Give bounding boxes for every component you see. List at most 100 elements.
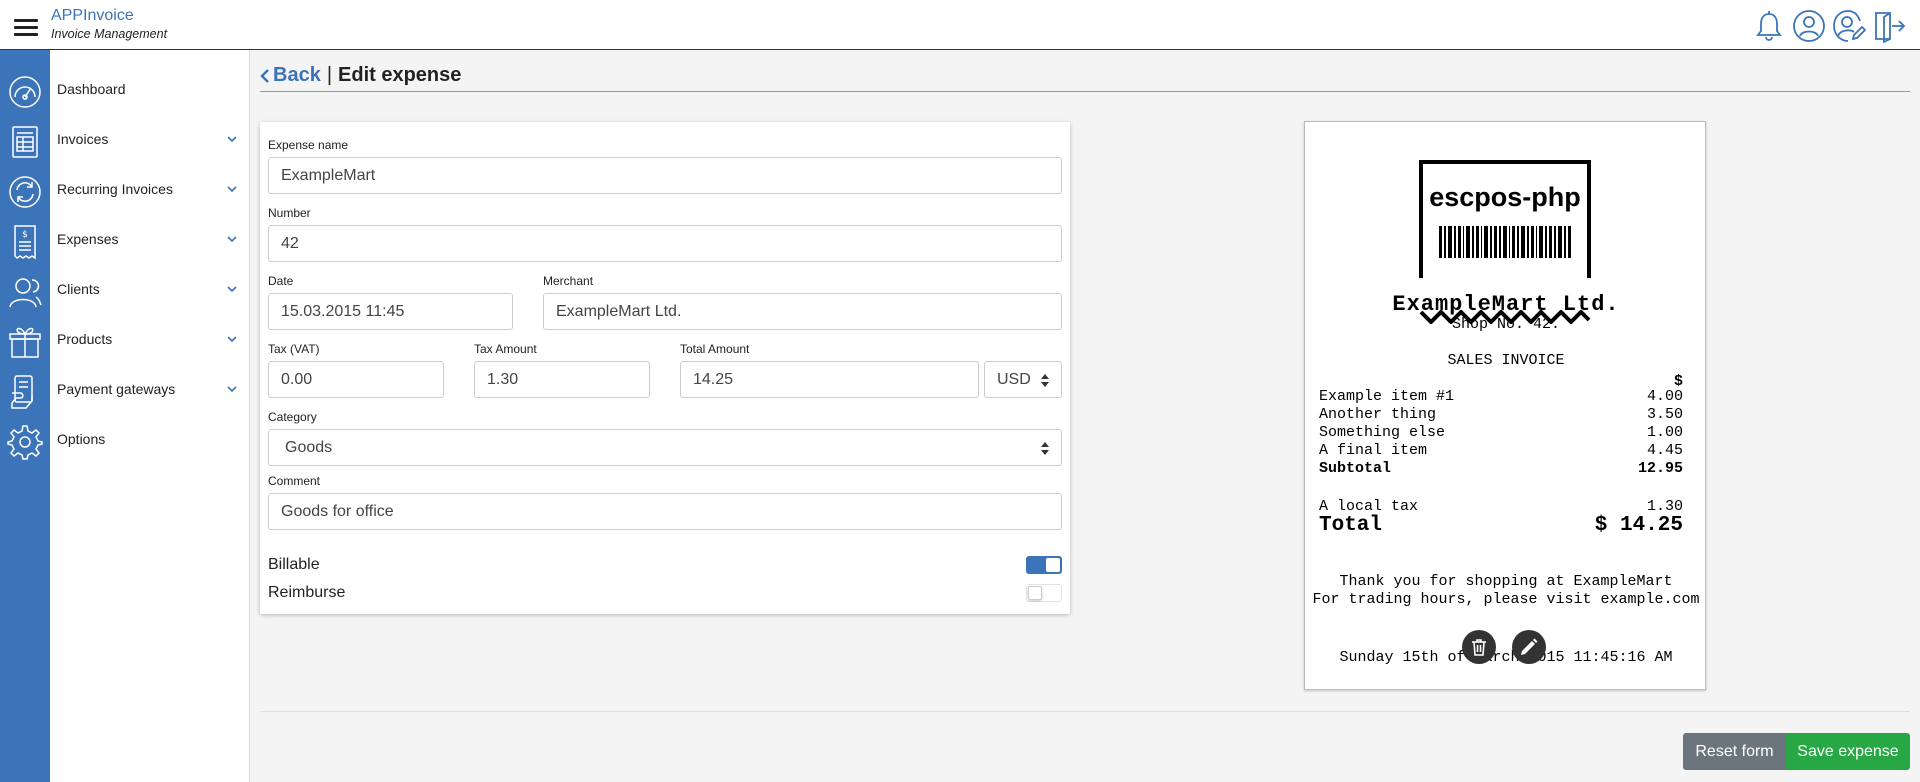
sidebar-item-dashboard[interactable]: Dashboard	[50, 64, 249, 114]
sidebar-item-products[interactable]: Products	[50, 314, 249, 364]
receipt-date-line: Sunday 15th of March 2015 11:45:16 AM	[1339, 649, 1673, 666]
sidebar-item-label: Expenses	[57, 231, 119, 247]
sidebar-item-payment-gateways[interactable]: Payment gateways	[50, 364, 249, 414]
receipt-thanks-line: Thank you for shopping at ExampleMart	[1339, 573, 1673, 590]
reset-form-button[interactable]: Reset form	[1683, 733, 1786, 770]
sidebar-icon-rail: $	[0, 50, 50, 782]
edit-receipt-button[interactable]	[1512, 630, 1546, 664]
title-separator: |	[326, 64, 333, 86]
tax-vat-label: Tax (VAT)	[268, 342, 320, 356]
receipt-tax-label: A local tax	[1319, 498, 1419, 515]
app-name[interactable]: APPInvoice	[51, 7, 167, 25]
chevron-down-icon	[227, 336, 237, 343]
payment-icon[interactable]	[6, 373, 44, 411]
recurring-icon[interactable]	[6, 173, 44, 211]
sidebar-item-label: Recurring Invoices	[57, 181, 173, 197]
receipt-logo-text: escpos-php	[1429, 182, 1581, 212]
back-label[interactable]: Back	[273, 64, 321, 87]
back-link[interactable]: Back	[260, 64, 321, 87]
barcode-image	[1439, 226, 1571, 258]
currency-select[interactable]: USD	[984, 361, 1062, 398]
receipt-tax: A local tax 1.30	[1319, 498, 1683, 515]
receipt-item-name: Example item #1	[1319, 388, 1455, 405]
receipt-item-amount: 1.00	[1646, 424, 1683, 441]
expense-icon[interactable]: $	[6, 223, 44, 261]
sidebar-item-label: Payment gateways	[57, 381, 176, 397]
date-input[interactable]	[268, 293, 513, 330]
header-actions	[1752, 9, 1906, 43]
receipt-item-name: A final item	[1319, 442, 1428, 459]
sidebar-item-label: Products	[57, 331, 113, 347]
number-input[interactable]	[268, 225, 1062, 262]
category-value: Goods	[285, 438, 333, 456]
dashboard-icon[interactable]	[6, 72, 44, 110]
invoice-icon[interactable]	[6, 123, 44, 161]
receipt-subtotal-label: Subtotal	[1319, 460, 1392, 477]
hamburger-menu-icon[interactable]	[14, 19, 38, 37]
receipt-total-value: $ 14.25	[1594, 514, 1683, 537]
receipt-preview: escpos-php ExampleMart Ltd. Shop No. 42.…	[1304, 121, 1706, 690]
receipt-line-item: Something else 1.00	[1319, 424, 1683, 441]
merchant-label: Merchant	[543, 274, 594, 288]
tax-vat-input[interactable]	[268, 361, 444, 398]
top-header: APPInvoice Invoice Management	[0, 0, 1920, 50]
delete-receipt-button[interactable]	[1462, 630, 1496, 664]
products-icon[interactable]	[6, 323, 44, 361]
number-label: Number	[268, 206, 311, 220]
sidebar-item-expenses[interactable]: Expenses	[50, 214, 249, 264]
bell-icon[interactable]	[1752, 9, 1786, 43]
receipt-shop-no: Shop No. 42.	[1451, 316, 1561, 333]
chevron-down-icon	[227, 136, 237, 143]
sidebar-item-options[interactable]: Options	[50, 414, 249, 464]
receipt-subtotal-value: 12.95	[1637, 460, 1683, 477]
total-amount-input[interactable]	[680, 361, 979, 398]
pencil-icon	[1521, 638, 1538, 655]
receipt-item-amount: 3.50	[1646, 406, 1683, 423]
receipt-total: Total $ 14.25	[1319, 514, 1683, 537]
select-arrows-icon	[1041, 442, 1049, 455]
receipt-line-item: Another thing 3.50	[1319, 406, 1683, 423]
receipt-item-amount: 4.45	[1646, 442, 1683, 459]
expense-form: Expense name Number Date Merchant Tax (V…	[260, 122, 1070, 614]
chevron-down-icon	[227, 386, 237, 393]
sidebar-item-clients[interactable]: Clients	[50, 264, 249, 314]
sidebar-menu: Dashboard Invoices Recurring Invoices Ex…	[50, 50, 250, 782]
billable-toggle[interactable]	[1026, 556, 1062, 574]
receipt-heading: SALES INVOICE	[1447, 352, 1565, 369]
brand[interactable]: APPInvoice Invoice Management	[51, 7, 167, 41]
receipt-hours-line: For trading hours, please visit example.…	[1312, 591, 1700, 608]
total-amount-label: Total Amount	[680, 342, 750, 356]
sidebar-item-label: Invoices	[57, 131, 109, 147]
receipt-total-label: Total	[1319, 514, 1383, 537]
title-divider	[260, 91, 1910, 92]
user-edit-icon[interactable]	[1832, 9, 1866, 43]
footer-divider	[260, 711, 1910, 712]
receipt-subtotal: Subtotal 12.95	[1319, 460, 1683, 477]
svg-text:$: $	[22, 230, 28, 240]
reimburse-toggle[interactable]	[1026, 584, 1062, 602]
receipt-store-name: ExampleMart Ltd.	[1392, 292, 1620, 317]
category-label: Category	[268, 410, 317, 424]
user-icon[interactable]	[1792, 9, 1826, 43]
sidebar-item-invoices[interactable]: Invoices	[50, 114, 249, 164]
clients-icon[interactable]	[6, 273, 44, 311]
receipt-tax-value: 1.30	[1646, 498, 1683, 515]
comment-label: Comment	[268, 474, 321, 488]
tax-amount-input[interactable]	[474, 361, 650, 398]
category-select[interactable]: Goods	[268, 429, 1062, 466]
currency-value: USD	[997, 370, 1031, 388]
receipt-item-name: Another thing	[1319, 406, 1437, 423]
logout-icon[interactable]	[1872, 9, 1906, 43]
expense-name-label: Expense name	[268, 138, 349, 152]
chevron-down-icon	[227, 186, 237, 193]
select-arrows-icon	[1041, 374, 1049, 387]
save-expense-button[interactable]: Save expense	[1786, 733, 1910, 770]
expense-name-input[interactable]	[268, 157, 1062, 194]
page-heading: Edit expense	[338, 64, 462, 86]
merchant-input[interactable]	[543, 293, 1062, 330]
chevron-left-icon	[260, 68, 269, 83]
reimburse-label: Reimburse	[268, 584, 346, 601]
comment-input[interactable]	[268, 493, 1062, 530]
gear-icon[interactable]	[6, 423, 44, 461]
sidebar-item-recurring-invoices[interactable]: Recurring Invoices	[50, 164, 249, 214]
